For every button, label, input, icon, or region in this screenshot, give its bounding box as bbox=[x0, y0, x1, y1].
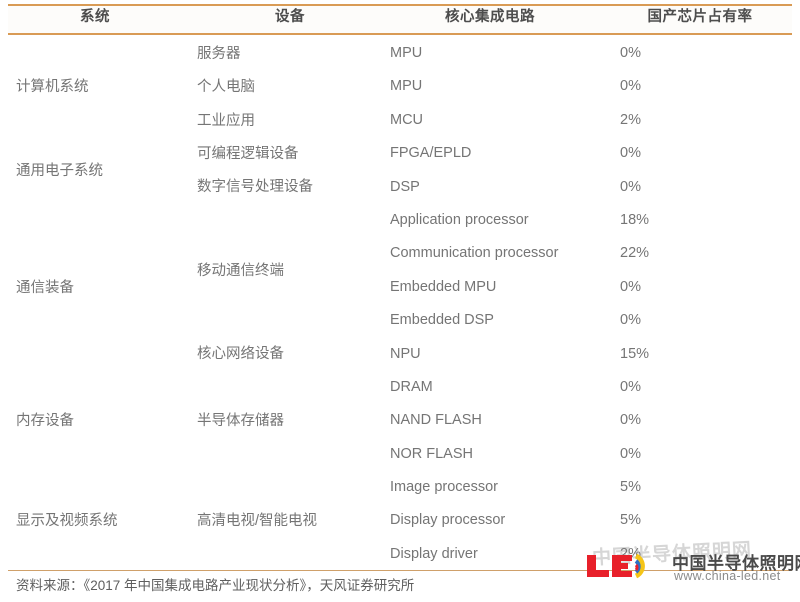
table-footer-rule bbox=[8, 570, 792, 571]
cell-domestic-share: 5% bbox=[620, 512, 641, 529]
cell-device: 核心网络设备 bbox=[197, 346, 284, 363]
table-row: Embedded DSP 0% bbox=[0, 304, 800, 337]
cell-domestic-share: 0% bbox=[620, 278, 641, 295]
cell-domestic-share: 0% bbox=[620, 445, 641, 462]
cell-device: 高清电视/智能电视 bbox=[197, 513, 318, 530]
table-row: NPU 15% bbox=[0, 338, 800, 371]
cell-domestic-share: 2% bbox=[620, 111, 641, 128]
cell-device: 工业应用 bbox=[197, 112, 255, 129]
table-row: MCU 2% bbox=[0, 104, 800, 137]
cell-core-ic: DSP bbox=[390, 178, 420, 195]
table-row: Application processor 18% bbox=[0, 204, 800, 237]
cell-device: 服务器 bbox=[197, 45, 241, 62]
table-row: Display driver 2% bbox=[0, 538, 800, 571]
cell-domestic-share: 22% bbox=[620, 245, 650, 262]
cell-domestic-share: 5% bbox=[620, 479, 641, 496]
cell-core-ic: DRAM bbox=[390, 378, 433, 395]
cell-device: 数字信号处理设备 bbox=[197, 179, 313, 196]
cell-core-ic: Image processor bbox=[390, 479, 498, 496]
table-row: FPGA/EPLD 0% bbox=[0, 137, 800, 170]
column-header-domestic-share: 国产芯片占有率 bbox=[647, 9, 753, 25]
cell-domestic-share: 0% bbox=[620, 178, 641, 195]
cell-core-ic: NPU bbox=[390, 345, 421, 362]
cell-domestic-share: 15% bbox=[620, 345, 650, 362]
cell-domestic-share: 0% bbox=[620, 378, 641, 395]
source-note: 资料来源：《2017 年中国集成电路产业现状分析》，天风证券研究所 bbox=[16, 578, 415, 593]
table-row: DRAM 0% bbox=[0, 371, 800, 404]
cell-system: 计算机系统 bbox=[16, 79, 89, 96]
table-row: Display processor 5% bbox=[0, 504, 800, 537]
table-body: MPU 0% MPU 0% MCU 2% FPGA/EPLD 0% DSP 0% Applicati… bbox=[0, 37, 800, 571]
cell-domestic-share: 0% bbox=[620, 145, 641, 162]
cell-core-ic: MPU bbox=[390, 45, 423, 61]
cell-system: 通用电子系统 bbox=[16, 162, 103, 179]
cell-system: 显示及视频系统 bbox=[16, 513, 118, 530]
cell-device: 个人电脑 bbox=[197, 79, 255, 96]
table-row: NOR FLASH 0% bbox=[0, 438, 800, 471]
cell-core-ic: Application processor bbox=[390, 211, 529, 228]
table-row: NAND FLASH 0% bbox=[0, 404, 800, 437]
cell-device: 半导体存储器 bbox=[197, 413, 284, 430]
cell-core-ic: NAND FLASH bbox=[390, 412, 482, 429]
cell-core-ic: Embedded MPU bbox=[390, 278, 497, 295]
cell-core-ic: NOR FLASH bbox=[390, 445, 473, 462]
cell-domestic-share: 0% bbox=[620, 45, 641, 61]
ic-localization-table-figure: 系统 设备 核心集成电路 国产芯片占有率 MPU 0% MPU 0% MCU 2% FPGA… bbox=[0, 0, 800, 602]
column-header-device: 设备 bbox=[275, 9, 305, 25]
cell-core-ic: MPU bbox=[390, 78, 423, 95]
cell-core-ic: Embedded DSP bbox=[390, 312, 494, 329]
table-row: Image processor 5% bbox=[0, 471, 800, 504]
cell-core-ic: Display driver bbox=[390, 545, 478, 562]
cell-domestic-share: 0% bbox=[620, 78, 641, 95]
table-row: DSP 0% bbox=[0, 171, 800, 204]
cell-system: 通信装备 bbox=[16, 279, 74, 296]
column-header-core-ic: 核心集成电路 bbox=[445, 9, 535, 25]
table-row: Communication processor 22% bbox=[0, 237, 800, 270]
cell-system: 内存设备 bbox=[16, 413, 74, 430]
table-row: MPU 0% bbox=[0, 37, 800, 70]
cell-core-ic: MCU bbox=[390, 111, 424, 128]
cell-domestic-share: 0% bbox=[620, 312, 641, 329]
cell-domestic-share: 2% bbox=[620, 545, 641, 562]
column-header-system: 系统 bbox=[80, 9, 110, 25]
cell-core-ic: Display processor bbox=[390, 512, 506, 529]
cell-core-ic: Communication processor bbox=[390, 245, 559, 262]
cell-domestic-share: 18% bbox=[620, 211, 650, 228]
table-row: Embedded MPU 0% bbox=[0, 271, 800, 304]
cell-core-ic: FPGA/EPLD bbox=[390, 145, 472, 162]
cell-device: 可编程逻辑设备 bbox=[197, 145, 299, 162]
table-header-rule bbox=[8, 33, 792, 35]
table-row: MPU 0% bbox=[0, 70, 800, 103]
cell-device: 移动通信终端 bbox=[197, 262, 284, 279]
cell-domestic-share: 0% bbox=[620, 412, 641, 429]
